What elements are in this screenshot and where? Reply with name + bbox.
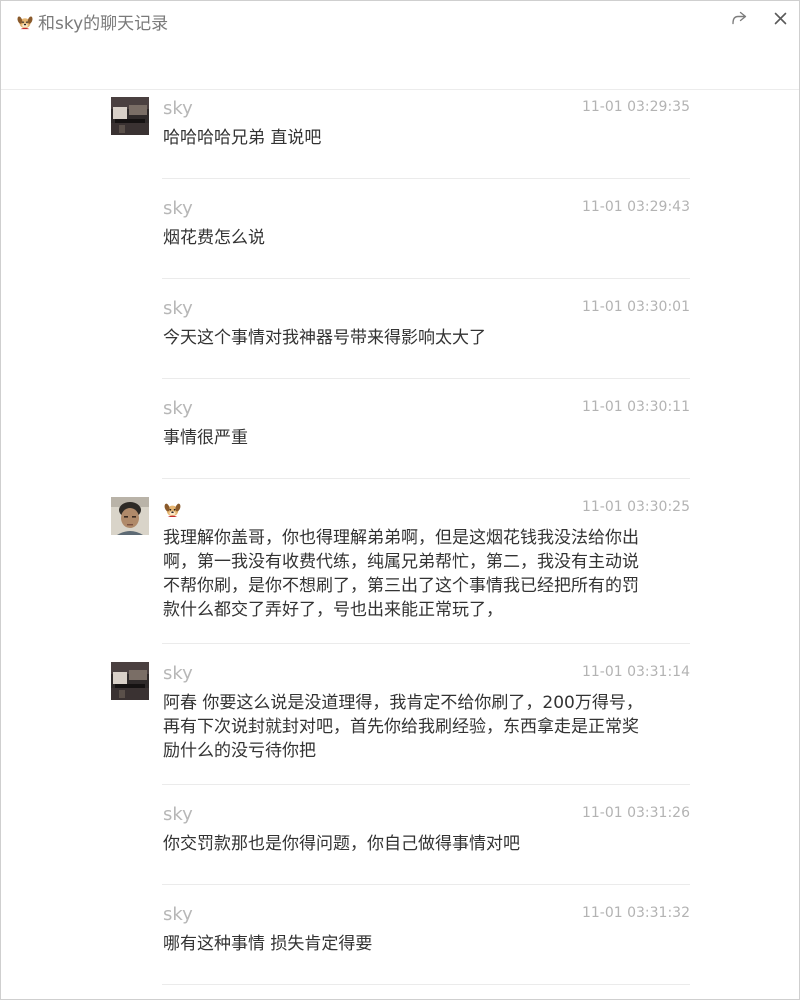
message-time: 11-01 03:31:14 <box>581 664 690 680</box>
self-avatar[interactable] <box>111 497 149 535</box>
message-time: 11-01 03:30:01 <box>581 299 690 315</box>
message-divider <box>162 643 690 644</box>
message-divider <box>162 984 690 985</box>
sky-avatar[interactable] <box>111 97 149 135</box>
window-title: 和sky的聊天记录 <box>38 13 169 34</box>
chat-history-window: 和sky的聊天记录 sky 11-01 03:29:35 哈哈哈哈兄弟 直说吧 … <box>0 0 800 1000</box>
window-title-group: 和sky的聊天记录 <box>16 10 169 34</box>
message-divider <box>162 478 690 479</box>
message-divider <box>162 784 690 785</box>
dog-emoji-icon <box>17 16 33 30</box>
message-time: 11-01 03:31:26 <box>581 805 690 821</box>
message-text: 哈哈哈哈兄弟 直说吧 <box>163 128 322 148</box>
message-text: 你交罚款那也是你得问题，你自己做得事情对吧 <box>163 834 520 854</box>
dog-emoji-icon <box>164 503 181 518</box>
share-forward-icon <box>732 11 747 25</box>
sky-avatar[interactable] <box>111 662 149 700</box>
share-button[interactable] <box>728 7 750 29</box>
sender-name: sky <box>163 804 193 825</box>
message-time: 11-01 03:29:35 <box>581 99 690 115</box>
message-time: 11-01 03:31:32 <box>581 905 690 921</box>
message-time: 11-01 03:30:11 <box>581 399 690 415</box>
message-text: 哪有这种事情 损失肯定得要 <box>163 934 373 954</box>
sender-name: sky <box>163 298 193 319</box>
message-divider <box>162 278 690 279</box>
message-list[interactable]: sky 11-01 03:29:35 哈哈哈哈兄弟 直说吧 sky 11-01 … <box>1 90 799 999</box>
message-time: 11-01 03:30:25 <box>581 499 690 515</box>
sender-name: sky <box>163 904 193 925</box>
message-text: 阿春 你要这么说是没道理得，我肯定不给你刷了，200万得号，再有下次说封就封对吧… <box>163 693 643 761</box>
title-bar: 和sky的聊天记录 <box>1 1 799 90</box>
close-icon <box>774 12 786 24</box>
sender-name: sky <box>163 198 193 219</box>
message-divider <box>162 178 690 179</box>
message-text: 我理解你盖哥，你也得理解弟弟啊，但是这烟花钱我没法给你出啊，第一我没有收费代练，… <box>163 528 639 620</box>
message-divider <box>162 378 690 379</box>
message-time: 11-01 03:29:43 <box>581 199 690 215</box>
sender-name: sky <box>163 98 193 119</box>
message-text: 今天这个事情对我神器号带来得影响太大了 <box>163 328 486 348</box>
message-text: 事情很严重 <box>163 428 248 448</box>
sender-name: sky <box>163 398 193 419</box>
message-text: 烟花费怎么说 <box>163 228 265 248</box>
close-button[interactable] <box>769 7 791 29</box>
sender-name: sky <box>163 663 193 684</box>
message-divider <box>162 884 690 885</box>
